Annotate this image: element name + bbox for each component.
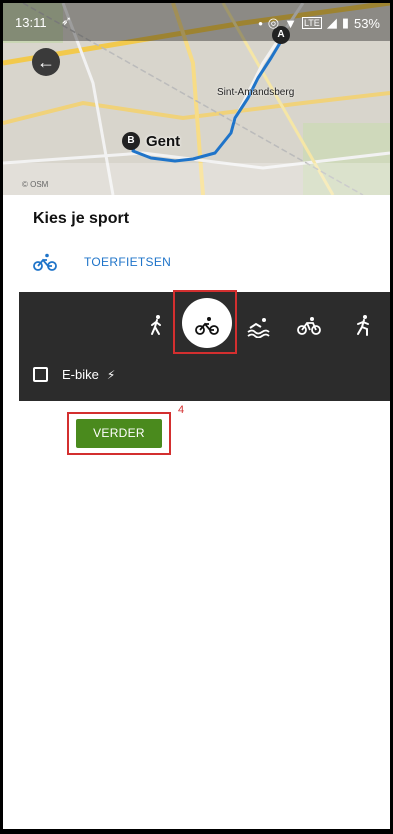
annotation-number: 4 <box>178 404 185 416</box>
dot-icon: • <box>258 15 263 31</box>
battery-icon: ▮ <box>341 15 349 30</box>
walking-icon[interactable] <box>143 314 171 338</box>
lightning-icon: ⚡ <box>106 367 116 382</box>
wifi-icon: ▼ <box>284 15 297 31</box>
sport-picker-title: Kies je sport <box>33 210 130 227</box>
navigation-bar <box>0 829 393 834</box>
swimming-icon[interactable] <box>245 314 273 339</box>
ebike-label: E-bike <box>62 367 99 382</box>
arrow-left-icon: ← <box>37 52 55 72</box>
map-city-label: Gent <box>146 133 181 150</box>
map-district-label: Sint-Amandsberg <box>217 87 295 98</box>
selection-highlight <box>173 290 237 354</box>
end-marker-label: B <box>127 135 135 146</box>
back-button[interactable]: ← <box>32 48 60 76</box>
battery-percent: 53% <box>353 15 380 31</box>
running-icon[interactable] <box>350 314 378 338</box>
status-icons: • ◎ ▼ LTE ◢ ▮ 53% <box>258 15 380 31</box>
ebike-checkbox[interactable] <box>33 367 48 382</box>
gps-icon: ◎ <box>267 15 280 30</box>
ebike-option[interactable]: E-bike ⚡ <box>33 367 115 382</box>
map-attribution: © OSM <box>22 180 49 189</box>
status-bar: 13:11 ➶ • ◎ ▼ LTE ◢ ▮ 53% <box>3 3 390 41</box>
end-marker-icon: B <box>122 132 140 150</box>
status-time: 13:11 <box>15 15 47 30</box>
signal-icon: ◢ <box>326 15 337 30</box>
location-arrow-icon: ➶ <box>61 13 72 28</box>
continue-button[interactable]: VERDER <box>76 419 162 448</box>
road-bike-icon[interactable] <box>295 314 323 338</box>
bike-icon <box>33 253 57 271</box>
selected-sport-label: TOERFIETSEN <box>84 255 172 269</box>
volte-icon: LTE <box>301 17 322 29</box>
selected-sport-row[interactable]: TOERFIETSEN <box>33 253 171 271</box>
